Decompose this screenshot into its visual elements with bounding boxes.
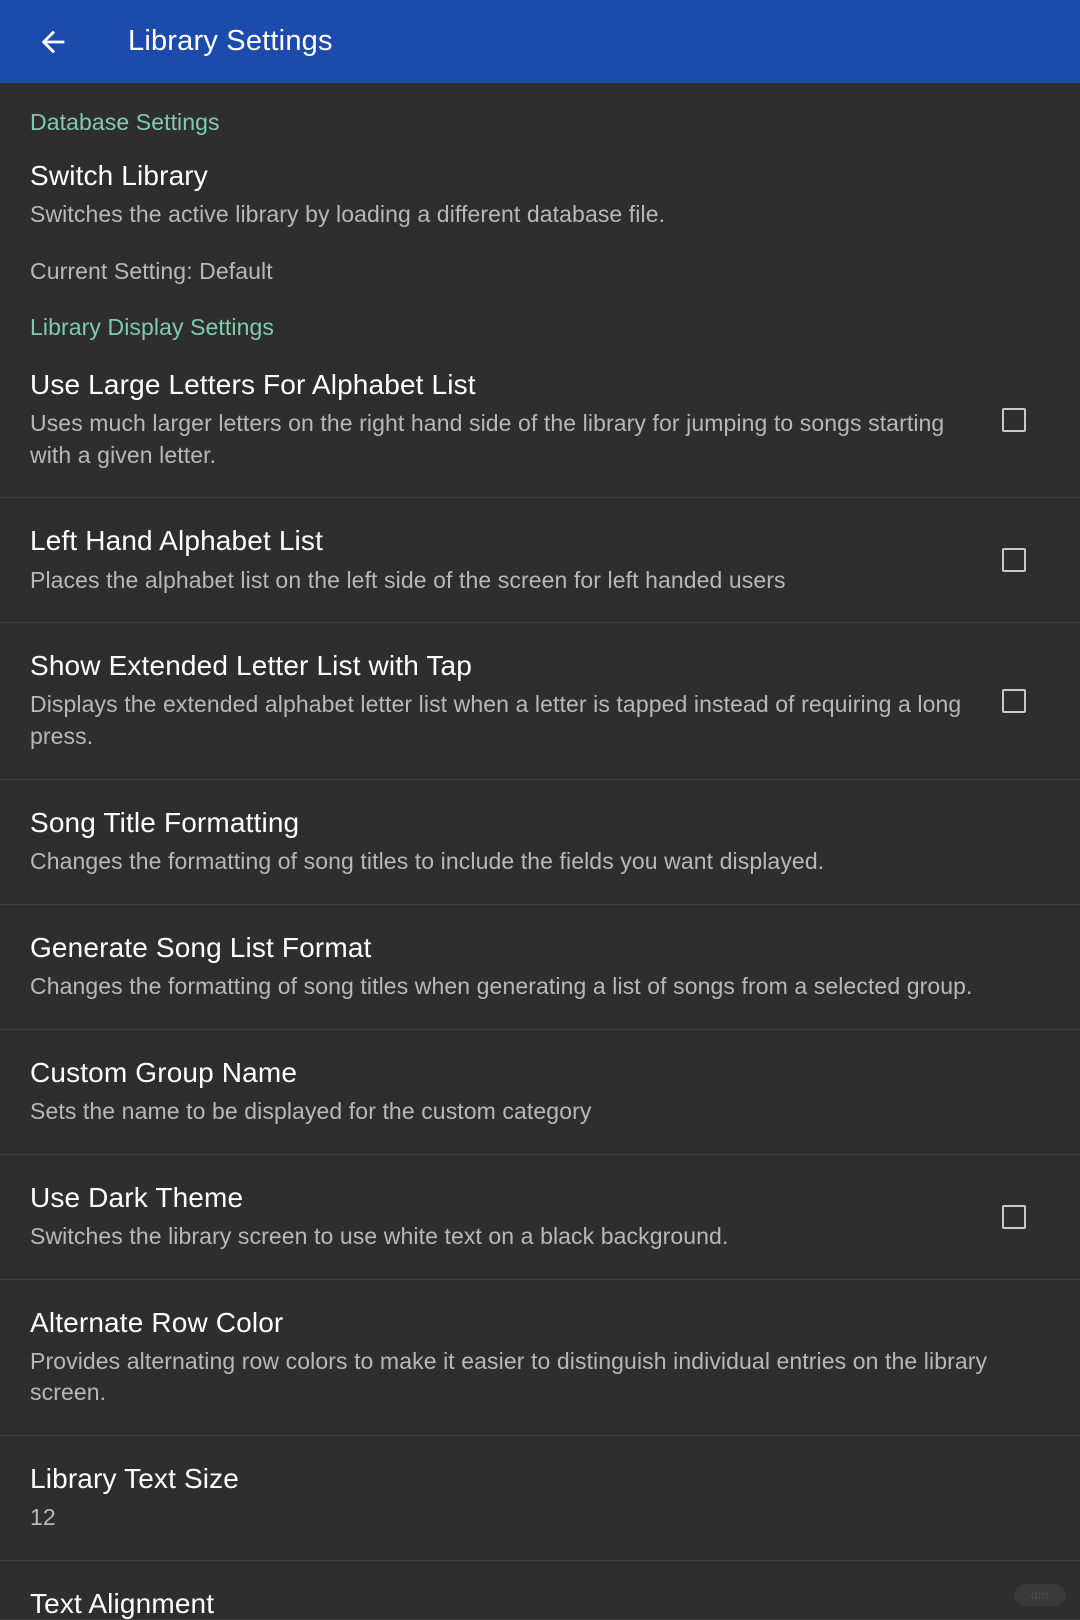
checkbox-left-hand-alphabet-list[interactable] (1002, 548, 1026, 573)
setting-description: Changes the formatting of song titles to… (30, 848, 825, 875)
setting-current-value: Current Setting: Default (30, 258, 273, 285)
setting-use-dark-theme[interactable]: Use Dark Theme Switches the library scre… (0, 1153, 1080, 1279)
setting-left-hand-alphabet-list[interactable]: Left Hand Alphabet List Places the alpha… (0, 497, 1080, 622)
setting-title: Show Extended Letter List with Tap (30, 650, 472, 682)
settings-list[interactable]: Database Settings Switch Library Switche… (0, 83, 1080, 1620)
setting-description: Sets the name to be displayed for the cu… (30, 1097, 592, 1124)
setting-text-alignment[interactable]: Text Alignment Determines how to align t… (0, 1560, 1080, 1620)
setting-title: Use Large Letters For Alphabet List (30, 368, 476, 400)
setting-title: Use Dark Theme (30, 1181, 244, 1213)
back-button[interactable] (30, 19, 76, 65)
setting-title: Text Alignment (30, 1588, 215, 1620)
setting-title: Custom Group Name (30, 1056, 298, 1088)
setting-generate-song-list-format[interactable]: Generate Song List Format Changes the fo… (0, 903, 1080, 1029)
setting-description: Uses much larger letters on the right ha… (30, 409, 945, 468)
setting-title: Generate Song List Format (30, 931, 372, 963)
setting-description: Provides alternating row colors to make … (30, 1347, 988, 1406)
setting-description: Changes the formatting of song titles wh… (30, 973, 973, 999)
setting-show-extended-letter-list[interactable]: Show Extended Letter List with Tap Displ… (0, 622, 1080, 779)
checkbox-use-dark-theme[interactable] (1002, 1204, 1026, 1229)
setting-value: 12 (30, 1504, 56, 1531)
arrow-left-icon (36, 25, 70, 59)
setting-description: Displays the extended alphabet letter li… (30, 691, 962, 750)
setting-custom-group-name[interactable]: Custom Group Name Sets the name to be di… (0, 1028, 1080, 1154)
page-title: Library Settings (128, 25, 333, 57)
checkbox-use-large-letters[interactable] (1002, 407, 1026, 432)
setting-alternate-row-color[interactable]: Alternate Row Color Provides alternating… (0, 1278, 1080, 1436)
setting-title: Library Text Size (30, 1463, 240, 1495)
app-bar: Library Settings (0, 0, 1080, 83)
setting-switch-library[interactable]: Switch Library Switches the active libra… (0, 137, 1080, 289)
setting-description: Switches the active library by loading a… (30, 200, 666, 227)
setting-description: Places the alphabet list on the left sid… (30, 566, 786, 593)
setting-title: Song Title Formatting (30, 806, 300, 838)
setting-title: Left Hand Alphabet List (30, 525, 323, 557)
checkbox-show-extended-letter-list[interactable] (1002, 689, 1026, 714)
setting-library-text-size[interactable]: Library Text Size 12 (0, 1435, 1080, 1560)
section-header-library-display: Library Display Settings (30, 314, 275, 341)
section-header-database: Database Settings (30, 109, 220, 135)
setting-title: Alternate Row Color (30, 1306, 284, 1338)
setting-description: Switches the library screen to use white… (30, 1222, 729, 1249)
setting-song-title-formatting[interactable]: Song Title Formatting Changes the format… (0, 778, 1080, 904)
setting-title: Switch Library (30, 159, 208, 191)
setting-use-large-letters[interactable]: Use Large Letters For Alphabet List Uses… (0, 342, 1080, 498)
